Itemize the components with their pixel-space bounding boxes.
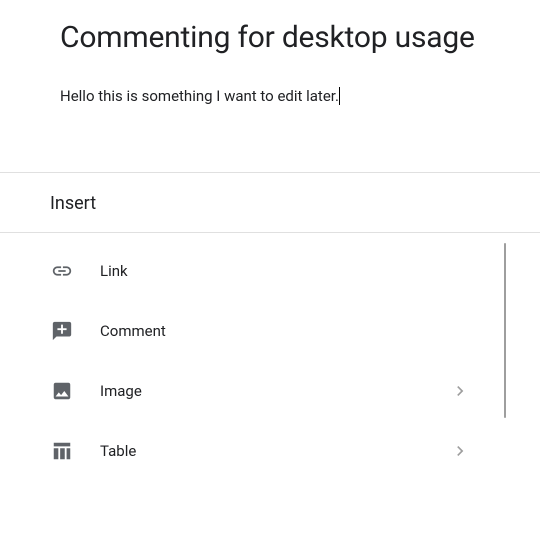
menu-label: Image [100, 382, 450, 400]
menu-label: Table [100, 442, 450, 460]
chevron-right-icon [450, 441, 470, 461]
document-title[interactable]: Commenting for desktop usage [60, 18, 480, 59]
menu-item-table[interactable]: Table [0, 421, 540, 481]
comment-icon [50, 319, 74, 343]
scrollbar[interactable] [504, 243, 506, 418]
table-icon [50, 439, 74, 463]
document-body[interactable]: Hello this is something I want to edit l… [60, 85, 480, 108]
menu-item-image[interactable]: Image [0, 361, 540, 421]
image-icon [50, 379, 74, 403]
menu-label: Link [100, 262, 490, 280]
chevron-right-icon [450, 381, 470, 401]
menu-item-link[interactable]: Link [0, 241, 540, 301]
menu-item-comment[interactable]: Comment [0, 301, 540, 361]
panel-header: Insert [0, 173, 540, 233]
document-body-text: Hello this is something I want to edit l… [60, 87, 339, 105]
text-cursor [339, 87, 340, 105]
insert-panel: Insert Link Comment [0, 172, 540, 489]
link-icon [50, 259, 74, 283]
document-area: Commenting for desktop usage Hello this … [0, 0, 540, 117]
menu-list: Link Comment Image [0, 233, 540, 489]
menu-label: Comment [100, 322, 490, 340]
